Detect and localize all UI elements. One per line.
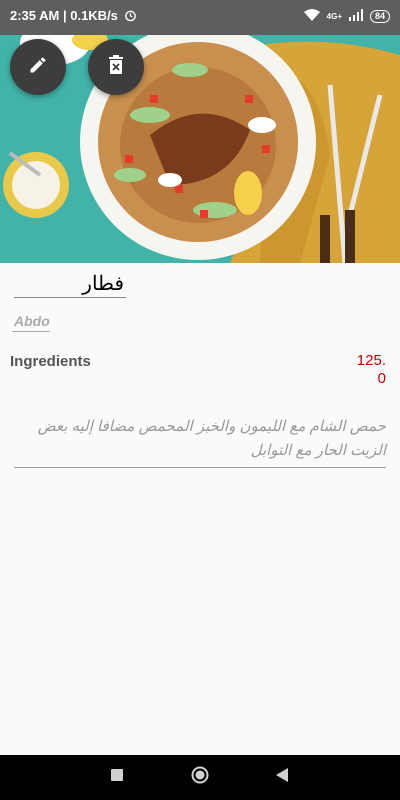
battery-indicator: 84 — [369, 10, 390, 23]
meal-name: فطار — [82, 273, 124, 295]
trash-x-icon — [107, 54, 125, 80]
meal-name-field[interactable]: فطار — [14, 269, 126, 298]
description-field[interactable]: حمص الشام مع الليمون والخبز المحمص مضافا… — [14, 413, 386, 468]
delete-button[interactable] — [88, 39, 144, 95]
status-left: 2:35 AM | 0.1KB/s — [10, 8, 137, 25]
alarm-icon — [124, 9, 137, 25]
circle-icon — [191, 766, 209, 789]
signal-icon — [348, 9, 364, 24]
recents-button[interactable] — [105, 765, 129, 789]
pencil-icon — [28, 55, 48, 80]
network-badge: 4G+ — [326, 12, 342, 21]
navigation-bar — [0, 755, 400, 800]
wifi-icon — [303, 8, 321, 25]
edit-button[interactable] — [10, 39, 66, 95]
author-field[interactable]: Abdo — [12, 309, 50, 332]
time-speed: 2:35 AM | 0.1KB/s — [10, 8, 118, 23]
status-bar: 2:35 AM | 0.1KB/s 4G+ 84 — [0, 0, 400, 35]
meal-details: فطار Abdo Ingredients 125.0 حمص الشام مع… — [0, 263, 400, 755]
meal-description: حمص الشام مع الليمون والخبز المحمص مضافا… — [37, 418, 386, 459]
status-right: 4G+ 84 — [303, 8, 390, 25]
home-button[interactable] — [188, 765, 212, 789]
triangle-back-icon — [276, 767, 288, 787]
author-name: Abdo — [14, 313, 50, 329]
back-button[interactable] — [270, 765, 294, 789]
meal-price: 125.0 — [356, 352, 386, 387]
square-icon — [111, 768, 123, 786]
ingredients-label: Ingredients — [10, 353, 91, 370]
